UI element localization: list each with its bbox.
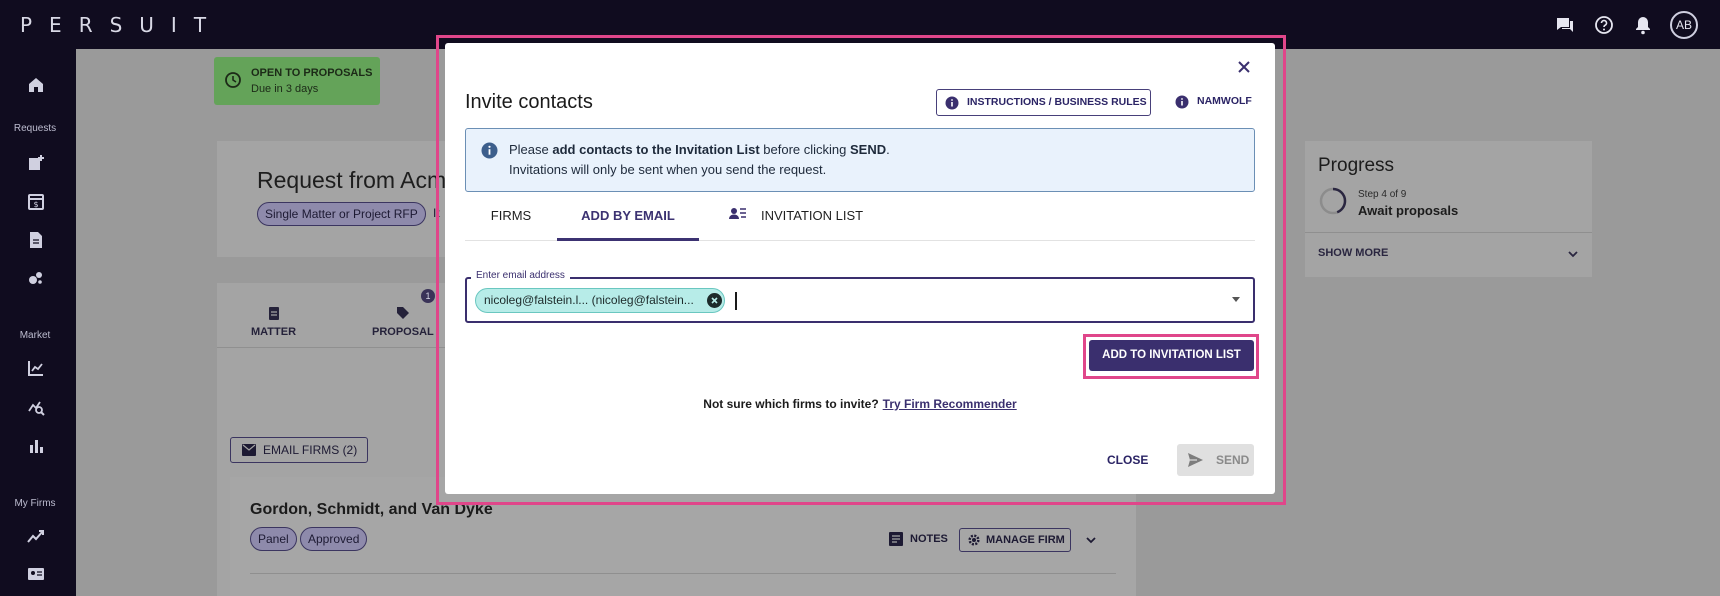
analytics-icon[interactable] [26,358,46,378]
chat-icon[interactable] [1555,15,1575,35]
tab-invitation-list-label: INVITATION LIST [761,208,864,223]
search-insights-icon[interactable] [26,397,46,417]
send-button[interactable]: SEND [1177,444,1254,476]
manage-firm-label: MANAGE FIRM [986,534,1065,546]
clock-icon [225,72,241,88]
close-icon[interactable] [1235,58,1253,76]
info-alert: Please add contacts to the Invitation Li… [465,128,1255,192]
status-title: OPEN TO PROPOSALS [251,67,373,79]
info-line-1: Please add contacts to the Invitation Li… [509,142,890,157]
firm-chip-panel: Panel [250,527,297,551]
persuit-logo[interactable]: PERSUIT [20,13,223,37]
mail-icon [242,444,256,456]
firm-recommender-link[interactable]: Try Firm Recommender [883,397,1017,411]
request-type-chip: Single Matter or Project RFP [257,202,426,226]
document-icon[interactable] [26,230,46,250]
progress-ring [1319,187,1347,215]
sidebar-section-requests: Requests [13,123,57,134]
tag-icon [396,307,409,319]
email-firms-label: EMAIL FIRMS (2) [263,443,358,457]
status-subtitle: Due in 3 days [251,83,319,95]
notes-icon [889,532,903,546]
sidebar: Requests $ Market My Firms [0,49,76,596]
add-button-highlight-box [1083,334,1259,379]
bubbles-icon[interactable] [26,268,46,288]
firm-divider [250,573,1116,574]
chip-remove-icon[interactable] [707,293,722,308]
progress-step-name: Await proposals [1358,203,1459,218]
recommender-text: Not sure which firms to invite? [703,397,879,411]
notes-button[interactable]: NOTES [888,532,948,546]
email-chip: nicoleg@falstein.l... (nicoleg@falstein.… [475,288,725,313]
tab-firms[interactable]: FIRMS [465,193,557,239]
email-firms-button[interactable]: EMAIL FIRMS (2) [230,437,368,463]
top-icons: AB [1555,0,1720,49]
text-caret [735,292,737,310]
info-icon [945,96,959,110]
sidebar-section-my-firms: My Firms [14,498,56,509]
person-list-icon [729,208,746,219]
tab-proposals[interactable]: PROPOSAL [372,305,434,338]
status-card: OPEN TO PROPOSALS Due in 3 days [214,57,380,105]
chevron-down-icon[interactable] [1084,533,1098,547]
email-field-label: Enter email address [471,270,570,281]
help-icon[interactable] [1594,15,1614,35]
dialog-tabs: FIRMS ADD BY EMAIL INVITATION LIST [465,193,1255,241]
progress-title: Progress [1318,155,1395,176]
tab-invitation-list[interactable]: INVITATION LIST [729,193,879,239]
firm-chip-approved: Approved [300,527,368,551]
svg-text:$: $ [33,200,38,209]
send-icon [1188,453,1203,467]
trending-icon[interactable] [26,526,46,546]
instructions-label: INSTRUCTIONS / BUSINESS RULES [967,96,1147,108]
tab-proposals-label: PROPOSAL [372,326,434,338]
notes-label: NOTES [910,533,948,545]
email-address-input[interactable]: nicoleg@falstein.l... (nicoleg@falstein.… [465,277,1255,323]
bar-chart-icon[interactable] [26,436,46,456]
tab-matter-label: MATTER [251,326,297,338]
namwolf-label: NAMWOLF [1197,95,1252,107]
close-button[interactable]: CLOSE [1107,453,1148,467]
chevron-down-icon[interactable] [1566,247,1580,261]
instructions-button[interactable]: INSTRUCTIONS / BUSINESS RULES [936,89,1151,116]
info-icon [1175,95,1189,109]
clipboard-icon [268,307,279,320]
user-avatar[interactable]: AB [1670,10,1698,39]
send-label: SEND [1216,453,1250,467]
home-icon[interactable] [26,75,46,95]
new-request-icon[interactable] [26,153,46,173]
request-title: Request from Acm [257,167,447,193]
dialog-title: Invite contacts [465,91,593,113]
invite-contacts-dialog: Invite contacts INSTRUCTIONS / BUSINESS … [445,43,1275,494]
info-line-2: Invitations will only be sent when you s… [509,162,827,177]
tab-add-by-email[interactable]: ADD BY EMAIL [557,193,699,241]
info-icon [481,142,498,159]
recommender-line: Not sure which firms to invite? Try Firm … [445,397,1275,411]
calendar-dollar-icon[interactable]: $ [26,191,46,211]
dropdown-arrow-icon[interactable] [1230,296,1242,304]
show-more-button[interactable]: SHOW MORE [1318,247,1388,259]
email-chip-text: nicoleg@falstein.l... (nicoleg@falstein.… [484,293,694,307]
progress-step: Step 4 of 9 [1358,189,1407,200]
progress-divider [1305,232,1592,233]
manage-firm-button[interactable]: MANAGE FIRM [959,528,1071,552]
contact-card-icon[interactable] [26,564,46,584]
sidebar-section-market: Market [19,330,51,341]
proposal-count-badge: 1 [421,289,435,303]
bell-icon[interactable] [1633,15,1653,35]
tab-matter[interactable]: MATTER [251,305,296,338]
namwolf-button[interactable]: NAMWOLF [1167,89,1259,116]
gear-icon [968,534,980,546]
